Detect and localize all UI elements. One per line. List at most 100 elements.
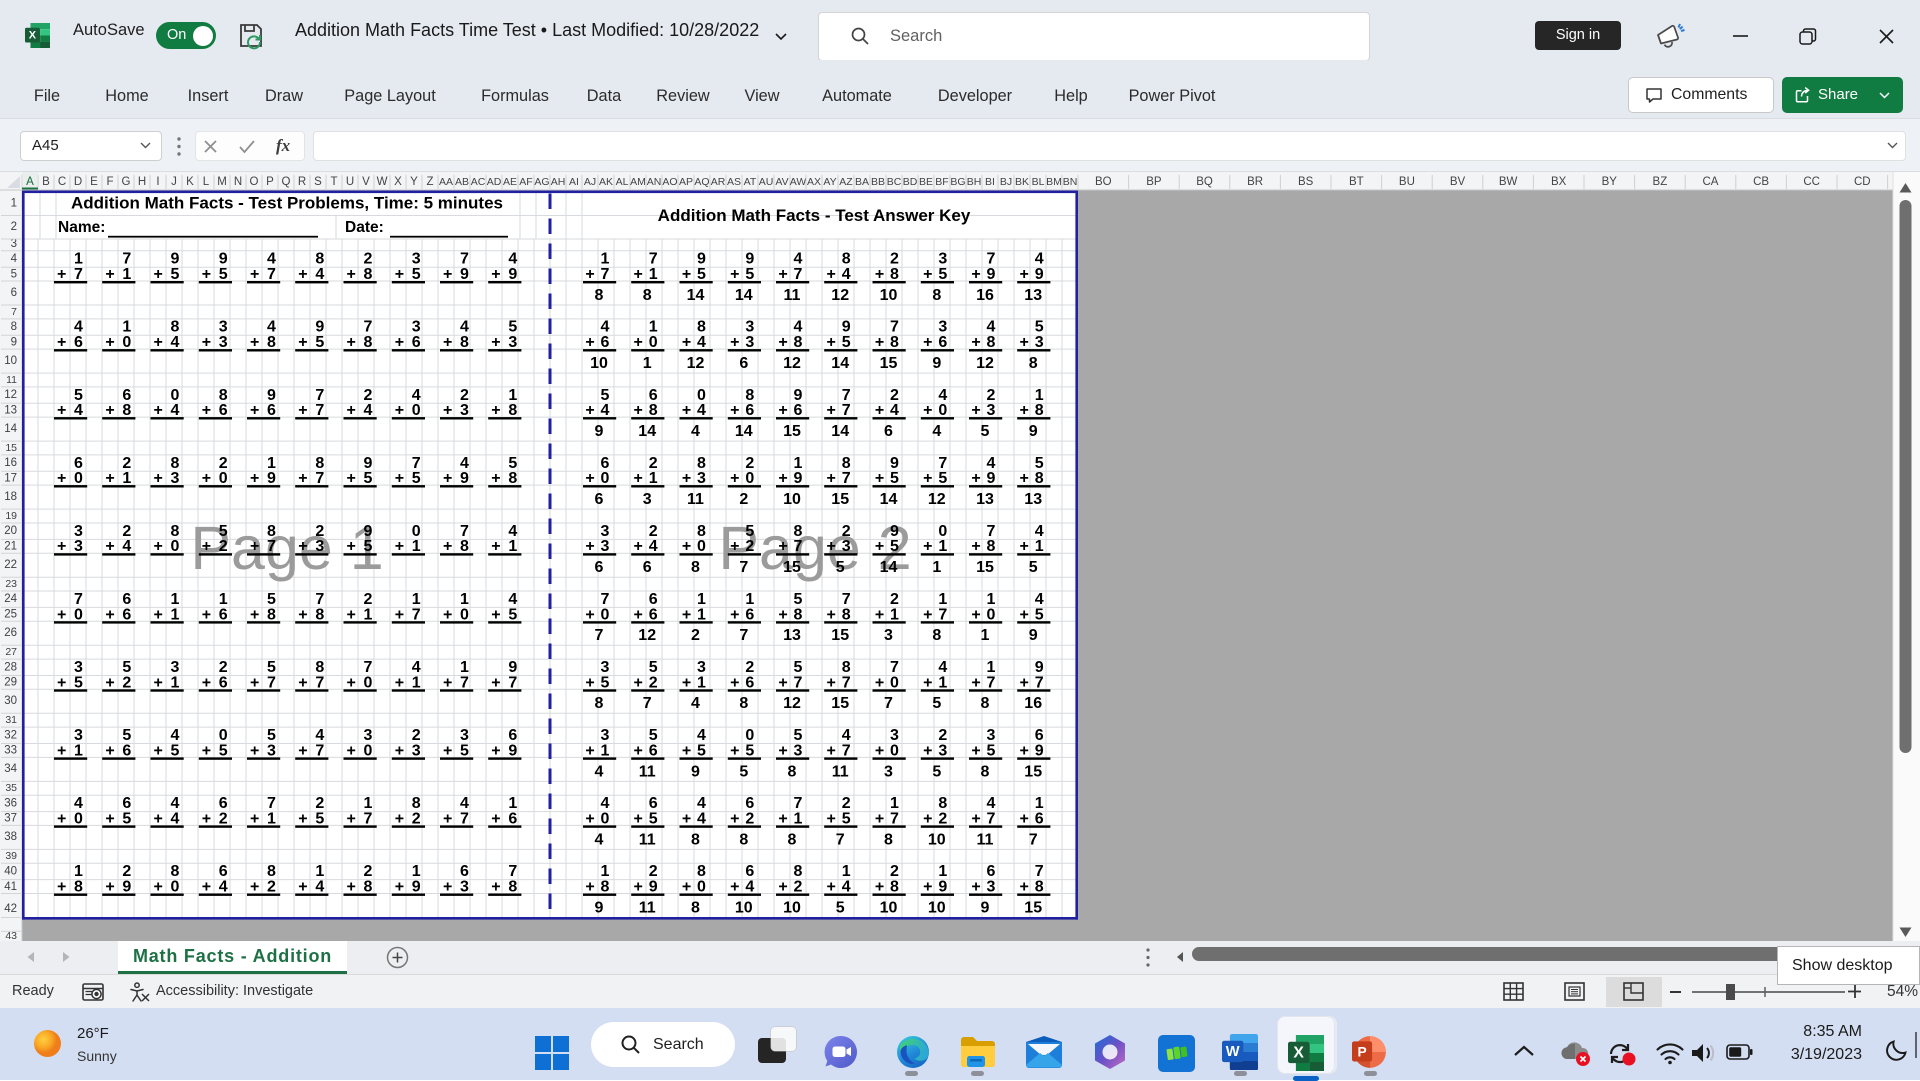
svg-text:+: +: [105, 810, 114, 827]
svg-text:+: +: [778, 742, 787, 759]
svg-text:4: 4: [171, 810, 180, 827]
svg-text:K: K: [186, 176, 194, 188]
svg-text:+: +: [923, 879, 932, 896]
svg-text:+: +: [443, 402, 452, 419]
svg-text:2: 2: [938, 810, 947, 827]
svg-text:7: 7: [987, 674, 996, 691]
svg-text:CC: CC: [1803, 176, 1820, 188]
svg-text:7: 7: [884, 695, 893, 712]
svg-text:+: +: [154, 470, 163, 487]
svg-text:AC: AC: [471, 176, 486, 188]
svg-text:5: 5: [508, 606, 517, 623]
svg-text:17: 17: [4, 472, 17, 484]
svg-text:23: 23: [5, 578, 17, 590]
svg-text:1: 1: [364, 606, 373, 623]
svg-text:W: W: [377, 176, 388, 188]
svg-text:11: 11: [832, 763, 849, 780]
svg-text:AL: AL: [616, 176, 629, 188]
svg-text:+: +: [682, 742, 691, 759]
svg-text:9: 9: [987, 266, 996, 283]
svg-text:S: S: [314, 176, 322, 188]
svg-text:15: 15: [783, 423, 801, 440]
svg-text:9: 9: [691, 763, 700, 780]
svg-text:+: +: [202, 334, 211, 351]
svg-text:X: X: [1293, 1045, 1304, 1062]
svg-text:7: 7: [315, 402, 324, 419]
svg-text:+: +: [1020, 742, 1029, 759]
svg-text:1: 1: [643, 355, 652, 372]
svg-text:5: 5: [1029, 559, 1038, 576]
svg-text:+: +: [202, 402, 211, 419]
svg-text:+: +: [971, 810, 980, 827]
svg-text:0: 0: [697, 538, 706, 555]
svg-text:W: W: [1226, 1044, 1240, 1060]
svg-text:15: 15: [831, 627, 849, 644]
svg-text:7: 7: [842, 470, 851, 487]
svg-text:+: +: [730, 538, 739, 555]
svg-text:+: +: [971, 402, 980, 419]
svg-text:AT: AT: [744, 176, 757, 188]
svg-text:4: 4: [932, 423, 941, 440]
svg-text:X: X: [394, 176, 402, 188]
svg-text:1: 1: [412, 674, 421, 691]
svg-text:7: 7: [364, 810, 373, 827]
svg-text:+: +: [347, 606, 356, 623]
svg-text:7: 7: [842, 402, 851, 419]
svg-text:4: 4: [315, 266, 324, 283]
svg-text:8: 8: [364, 266, 373, 283]
svg-text:10: 10: [590, 355, 608, 372]
svg-text:+: +: [682, 674, 691, 691]
svg-text:+: +: [154, 538, 163, 555]
svg-text:U: U: [346, 176, 354, 188]
svg-text:12: 12: [976, 355, 994, 372]
svg-text:+: +: [57, 266, 66, 283]
svg-text:0: 0: [364, 742, 373, 759]
svg-text:4: 4: [649, 538, 658, 555]
svg-text:1: 1: [938, 674, 947, 691]
svg-text:+: +: [634, 879, 643, 896]
svg-text:6: 6: [739, 355, 748, 372]
svg-text:9: 9: [508, 266, 517, 283]
svg-text:9: 9: [794, 470, 803, 487]
svg-text:10: 10: [880, 287, 898, 304]
svg-text:+: +: [298, 879, 307, 896]
svg-text:+: +: [730, 674, 739, 691]
svg-text:5: 5: [890, 538, 899, 555]
svg-text:4: 4: [697, 334, 706, 351]
svg-text:8: 8: [794, 606, 803, 623]
svg-text:4: 4: [74, 402, 83, 419]
svg-text:+: +: [347, 742, 356, 759]
svg-text:+: +: [1020, 266, 1029, 283]
svg-text:BZ: BZ: [1653, 176, 1668, 188]
svg-text:3: 3: [171, 470, 180, 487]
svg-text:12: 12: [638, 627, 656, 644]
svg-text:BA: BA: [855, 176, 869, 188]
svg-text:5: 5: [890, 470, 899, 487]
svg-text:+: +: [778, 879, 787, 896]
svg-text:BX: BX: [1551, 176, 1567, 188]
svg-text:8: 8: [122, 402, 131, 419]
svg-text:8: 8: [691, 559, 700, 576]
svg-text:+: +: [395, 810, 404, 827]
svg-text:9: 9: [981, 899, 990, 916]
svg-text:Addition Math Facts - Test Pro: Addition Math Facts - Test Problems, Tim…: [71, 194, 503, 213]
svg-text:+: +: [778, 402, 787, 419]
svg-text:24: 24: [4, 593, 17, 605]
svg-text:6: 6: [219, 674, 228, 691]
svg-text:4: 4: [219, 879, 228, 896]
svg-text:9: 9: [267, 470, 276, 487]
svg-text:0: 0: [601, 470, 610, 487]
svg-text:+: +: [923, 674, 932, 691]
svg-text:8: 8: [267, 334, 276, 351]
svg-text:6: 6: [643, 559, 652, 576]
svg-text:5: 5: [932, 695, 941, 712]
svg-text:6: 6: [884, 423, 893, 440]
svg-text:36: 36: [4, 797, 17, 809]
svg-text:29: 29: [4, 677, 17, 689]
svg-text:+: +: [202, 674, 211, 691]
svg-text:+: +: [971, 742, 980, 759]
svg-text:3: 3: [267, 742, 276, 759]
svg-text:3: 3: [697, 470, 706, 487]
svg-text:8: 8: [74, 879, 83, 896]
svg-text:0: 0: [890, 742, 899, 759]
